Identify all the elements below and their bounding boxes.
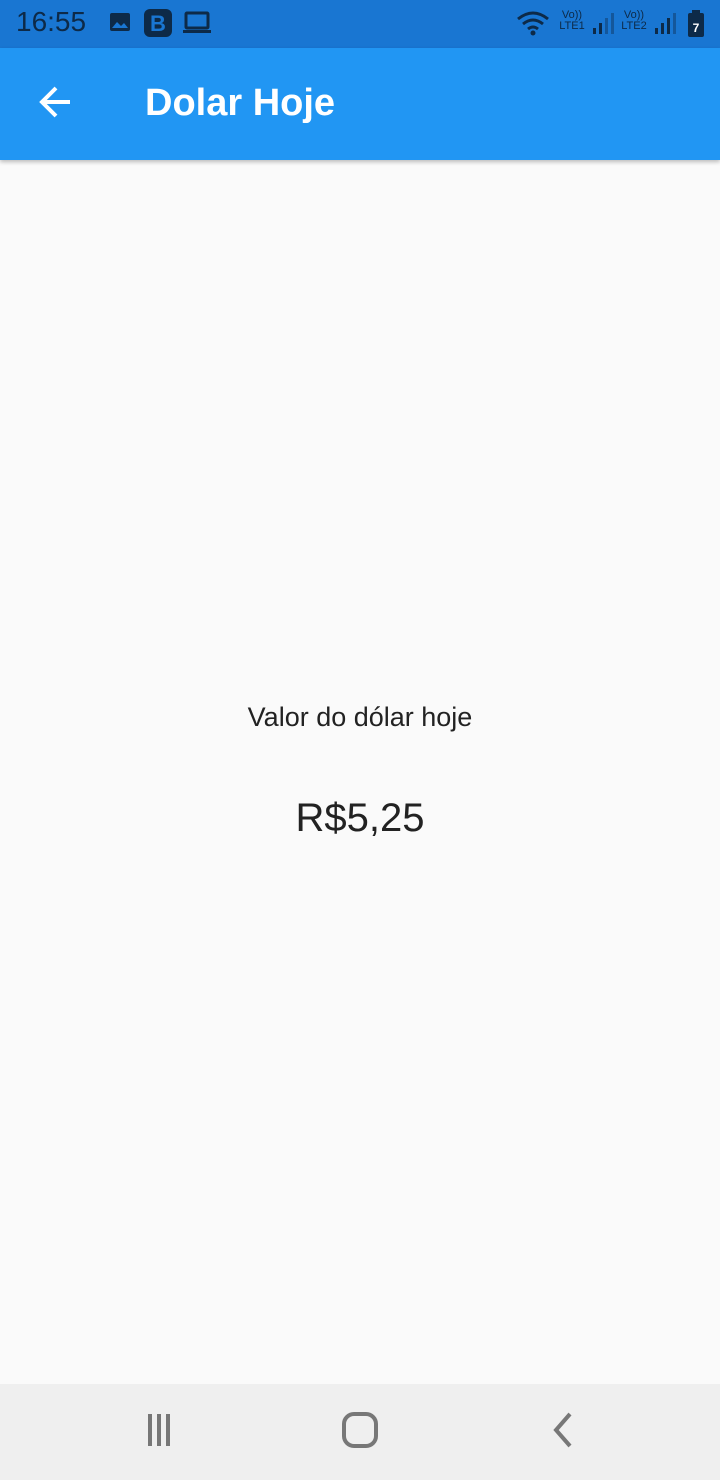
laptop-icon: [182, 10, 212, 41]
dollar-label: Valor do dólar hoje: [247, 702, 473, 732]
status-bar: 16:55 B Vo)) LTE1 Vo)) LTE2 7: [0, 0, 720, 48]
dollar-value: R$5,25: [295, 796, 425, 840]
back-nav-icon: [544, 1410, 580, 1455]
back-nav-button[interactable]: [538, 1408, 586, 1456]
recent-apps-button[interactable]: [135, 1408, 183, 1456]
back-button[interactable]: [28, 76, 84, 132]
signal-icon: [654, 10, 678, 41]
home-button[interactable]: [336, 1408, 384, 1456]
home-icon: [340, 1410, 380, 1455]
app-bar: Dolar Hoje: [0, 48, 720, 160]
battery-level: 7: [693, 21, 700, 35]
recent-apps-icon: [141, 1412, 177, 1453]
wifi-icon: [516, 10, 550, 43]
navigation-bar: [0, 1384, 720, 1480]
status-time: 16:55: [16, 6, 87, 37]
image-icon: [108, 10, 132, 39]
battery-icon: 7: [686, 9, 706, 44]
signal-icon: [592, 10, 616, 41]
svg-text:B: B: [150, 11, 166, 36]
page-title: Dolar Hoje: [145, 82, 336, 124]
lte2-label: Vo)) LTE2: [621, 9, 647, 32]
arrow-back-icon: [36, 82, 76, 127]
lte1-label: Vo)) LTE1: [559, 9, 585, 32]
main-content: Valor do dólar hoje R$5,25: [0, 160, 720, 1384]
b-app-icon: B: [143, 8, 173, 43]
